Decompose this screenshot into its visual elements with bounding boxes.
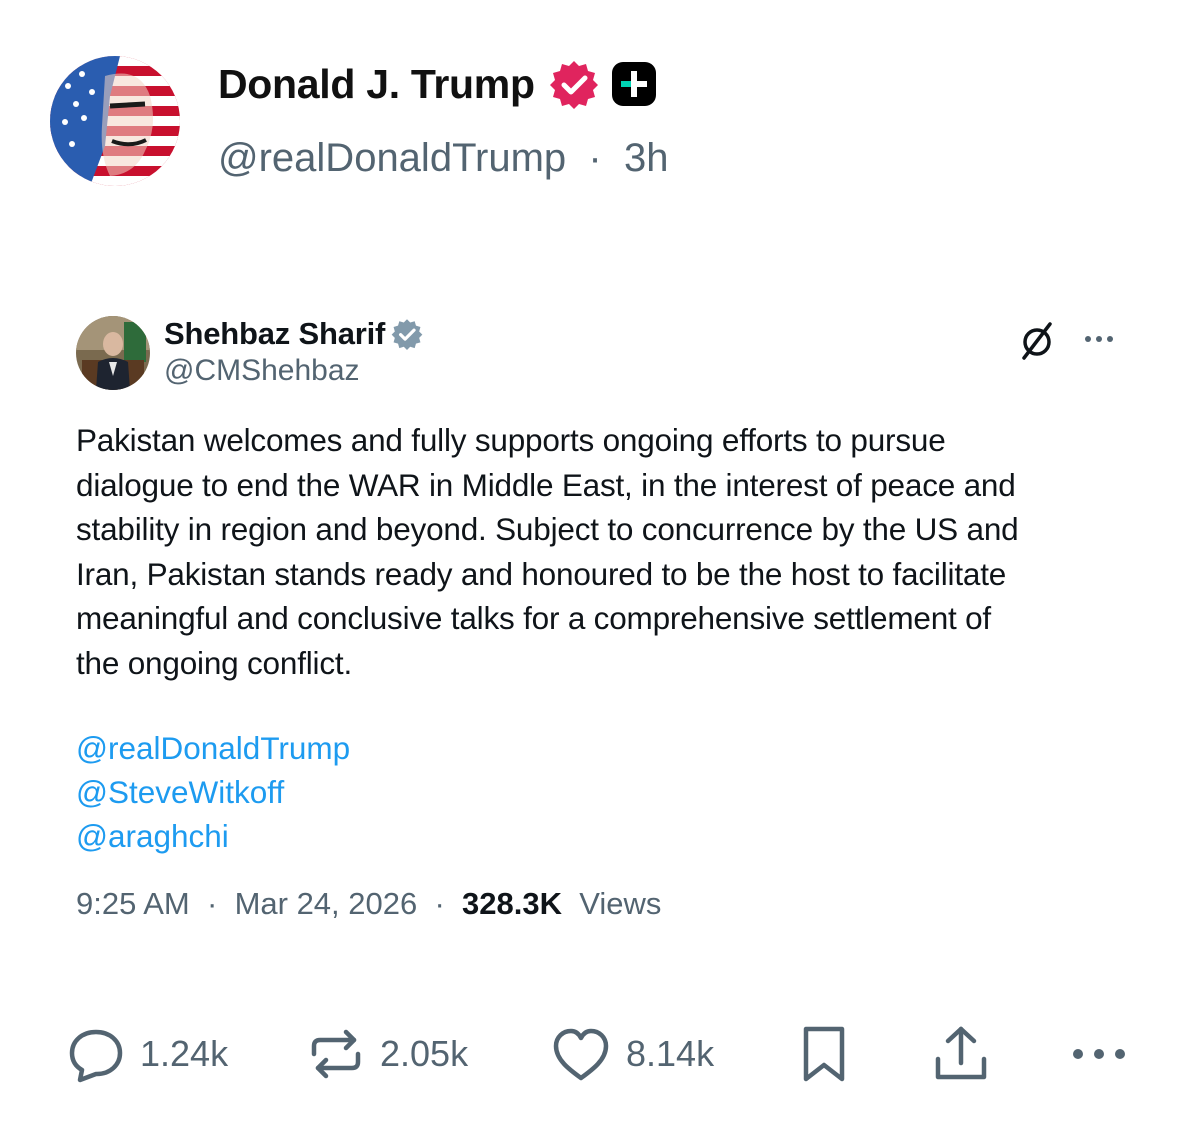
author-handle-row: @realDonaldTrump · 3h xyxy=(218,136,668,181)
author-name[interactable]: Donald J. Trump xyxy=(218,61,535,108)
dot-separator: · xyxy=(577,136,613,180)
repost-count: 2.05k xyxy=(380,1033,469,1074)
reply-count: 1.24k xyxy=(140,1033,229,1074)
more-button[interactable] xyxy=(1068,1024,1132,1084)
author-handle[interactable]: @realDonaldTrump xyxy=(218,136,566,180)
mention-link[interactable]: @SteveWitkoff xyxy=(76,770,350,814)
bookmark-button[interactable] xyxy=(796,1024,852,1084)
embed-author-name-row: Shehbaz Sharif xyxy=(164,316,423,352)
plus-badge-icon xyxy=(611,61,657,107)
mention-link[interactable]: @araghchi xyxy=(76,814,350,858)
embed-author-name[interactable]: Shehbaz Sharif xyxy=(164,316,385,352)
reply-button[interactable]: 1.24k xyxy=(66,1024,228,1084)
repost-icon xyxy=(306,1024,366,1084)
embed-more-icon[interactable] xyxy=(1082,322,1116,356)
embed-body-text: Pakistan welcomes and fully supports ong… xyxy=(76,422,1019,681)
views-label: Views xyxy=(579,886,662,921)
share-button[interactable] xyxy=(930,1024,992,1084)
views-count: 328.3K xyxy=(462,886,571,921)
like-icon xyxy=(550,1024,612,1084)
more-icon xyxy=(1068,1024,1132,1084)
like-count: 8.14k xyxy=(626,1033,715,1074)
share-icon xyxy=(930,1023,992,1085)
embed-mentions: @realDonaldTrump @SteveWitkoff @araghchi xyxy=(76,726,350,858)
verified-badge-icon xyxy=(549,59,599,109)
embed-author-avatar[interactable] xyxy=(76,316,150,390)
like-button[interactable]: 8.14k xyxy=(550,1024,714,1084)
mention-link[interactable]: @realDonaldTrump xyxy=(76,726,350,770)
dot-separator: · xyxy=(198,886,226,921)
reply-icon xyxy=(66,1024,126,1084)
embed-date[interactable]: Mar 24, 2026 xyxy=(235,886,418,921)
dot-separator: · xyxy=(425,886,454,921)
repost-button[interactable]: 2.05k xyxy=(306,1024,468,1084)
bookmark-icon xyxy=(796,1023,852,1085)
author-name-row: Donald J. Trump xyxy=(218,58,657,110)
embed-verified-badge-icon xyxy=(391,318,423,350)
embed-meta-row: 9:25 AM · Mar 24, 2026 · 328.3K Views xyxy=(76,886,661,922)
author-avatar[interactable] xyxy=(50,56,180,186)
embed-author-handle[interactable]: @CMShehbaz xyxy=(164,354,360,388)
grok-icon[interactable] xyxy=(1016,320,1058,362)
embed-time[interactable]: 9:25 AM xyxy=(76,886,190,921)
post-time[interactable]: 3h xyxy=(624,136,669,180)
